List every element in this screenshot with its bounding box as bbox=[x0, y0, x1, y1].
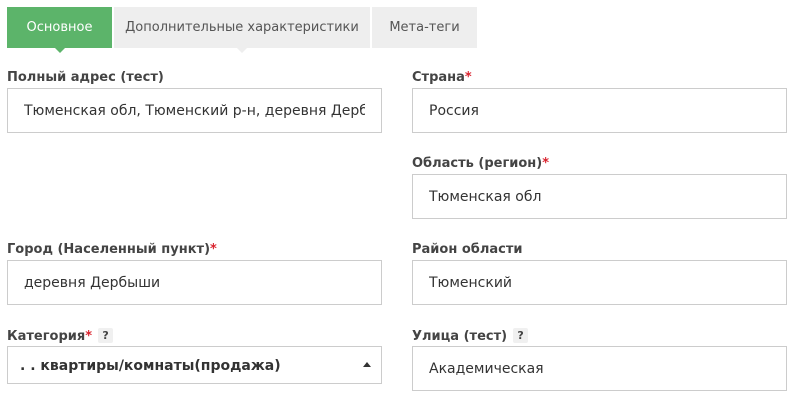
category-select[interactable]: . . квартиры/комнаты(продажа) bbox=[7, 346, 382, 384]
full-address-input[interactable] bbox=[7, 88, 382, 133]
tab-additional-label: Дополнительные характеристики bbox=[125, 20, 359, 35]
category-help-icon[interactable]: ? bbox=[98, 328, 114, 343]
district-input[interactable] bbox=[412, 260, 787, 305]
required-mark: * bbox=[542, 156, 550, 171]
caret-up-icon bbox=[363, 362, 371, 367]
tab-meta-label: Мета-теги bbox=[389, 20, 460, 35]
category-label: Категория*? bbox=[7, 328, 114, 345]
required-mark: * bbox=[210, 242, 217, 257]
tab-basic-notch bbox=[54, 48, 65, 53]
city-input[interactable] bbox=[7, 260, 382, 305]
tab-additional-notch bbox=[237, 48, 247, 53]
required-mark: * bbox=[464, 70, 472, 85]
street-label: Улица (тест)? bbox=[412, 328, 529, 345]
region-input[interactable] bbox=[412, 174, 787, 219]
tab-bar: Основное Дополнительные характеристики М… bbox=[7, 7, 479, 53]
tab-basic-label: Основное bbox=[26, 20, 93, 35]
category-selected-value: . . квартиры/комнаты(продажа) bbox=[20, 358, 281, 374]
tab-meta-tags[interactable]: Мета-теги bbox=[372, 7, 477, 48]
street-help-icon[interactable]: ? bbox=[513, 328, 529, 343]
district-label: Район области bbox=[412, 242, 523, 257]
region-label: Область (регион)* bbox=[412, 156, 550, 171]
required-mark: * bbox=[85, 329, 93, 344]
full-address-label: Полный адрес (тест) bbox=[7, 70, 164, 85]
country-label: Страна* bbox=[412, 70, 472, 85]
tab-basic[interactable]: Основное bbox=[7, 7, 112, 53]
city-label: Город (Населенный пункт)* bbox=[7, 242, 217, 257]
tab-additional-characteristics[interactable]: Дополнительные характеристики bbox=[114, 7, 370, 53]
street-input[interactable] bbox=[412, 346, 787, 391]
country-input[interactable] bbox=[412, 88, 787, 133]
